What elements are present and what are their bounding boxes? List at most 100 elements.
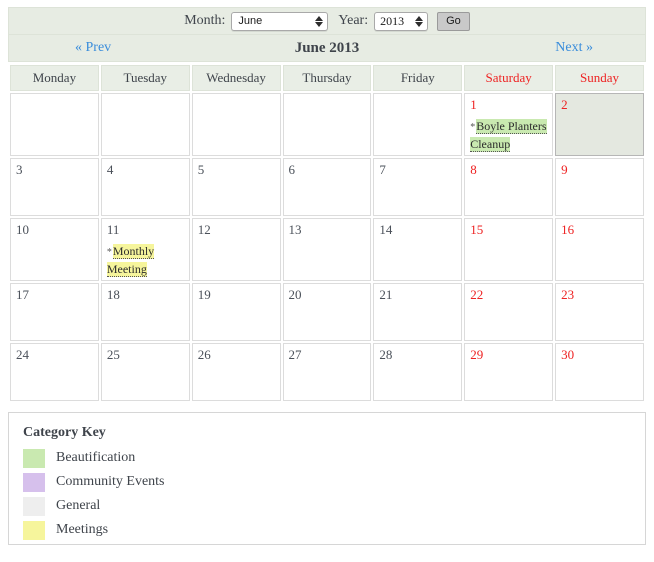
calendar-day-cell-empty	[282, 93, 372, 156]
calendar-page: Month: June Year: 2013 Go « Prev June 20…	[0, 0, 654, 545]
calendar-day-cell-empty	[373, 93, 463, 156]
day-number: 27	[288, 347, 302, 362]
weekday-header-tuesday: Tuesday	[100, 65, 190, 91]
year-label: Year:	[338, 13, 369, 28]
calendar-day-cell[interactable]: 27	[282, 343, 372, 401]
weekday-header-sunday: Sunday	[555, 65, 644, 91]
calendar-day-cell[interactable]: 13	[282, 218, 372, 281]
weekday-header-wednesday: Wednesday	[191, 65, 281, 91]
category-key-item: Beautification	[23, 446, 631, 470]
weekday-header-monday: Monday	[10, 65, 99, 91]
calendar-day-cell[interactable]: 17	[10, 283, 99, 341]
category-key-panel: Category Key Beautification Community Eve…	[8, 412, 646, 545]
calendar-day-cell[interactable]: 10	[10, 218, 99, 281]
calendar-week-row: 1 *Boyle Planters Cleanup 2	[10, 93, 644, 156]
weekday-header-thursday: Thursday	[282, 65, 372, 91]
year-select[interactable]: 2013	[374, 11, 429, 31]
calendar-event: *Monthly Meeting	[106, 243, 184, 278]
day-number: 9	[561, 162, 568, 177]
calendar-day-cell[interactable]: 5	[191, 158, 281, 216]
day-number: 6	[288, 162, 296, 177]
calendar-day-cell[interactable]: 20	[282, 283, 372, 341]
calendar-day-cell[interactable]: 9	[555, 158, 644, 216]
chevron-updown-icon	[314, 14, 323, 29]
category-key-label: Beautification	[56, 450, 136, 465]
calendar-day-cell[interactable]: 2	[555, 93, 644, 156]
calendar-day-cell[interactable]: 26	[191, 343, 281, 401]
day-number: 10	[16, 222, 29, 237]
calendar-day-cell[interactable]: 30	[555, 343, 644, 401]
calendar-day-cell[interactable]: 16	[555, 218, 644, 281]
calendar-day-cell[interactable]: 14	[373, 218, 463, 281]
day-number: 19	[197, 287, 211, 302]
day-number: 14	[379, 222, 393, 237]
month-title: June 2013	[294, 39, 360, 56]
calendar-day-cell[interactable]: 1 *Boyle Planters Cleanup	[464, 93, 554, 156]
weekday-header-friday: Friday	[373, 65, 463, 91]
day-number: 1	[470, 97, 477, 112]
year-select-value: 2013	[380, 13, 405, 28]
calendar-event: *Boyle Planters Cleanup	[470, 118, 547, 153]
calendar-day-cell[interactable]: 12	[191, 218, 281, 281]
day-number: 11	[106, 222, 120, 237]
calendar-day-cell[interactable]: 25	[100, 343, 190, 401]
day-number: 28	[379, 347, 393, 362]
calendar-week-row: 3 4 5 6 7 8 9	[10, 158, 644, 216]
calendar-controls-bar: Month: June Year: 2013 Go	[8, 7, 646, 35]
day-number: 3	[16, 162, 23, 177]
calendar-grid: Monday Tuesday Wednesday Thursday Friday Satu…	[8, 63, 646, 403]
calendar-day-cell[interactable]: 15	[464, 218, 554, 281]
calendar-week-row: 24 25 26 27 28 29 30	[10, 343, 644, 401]
calendar-day-cell-empty	[100, 93, 190, 156]
day-number: 29	[470, 347, 484, 362]
day-number: 21	[379, 287, 393, 302]
weekday-header-saturday: Saturday	[464, 65, 554, 91]
category-key-item: Meetings	[23, 518, 631, 542]
calendar-day-cell[interactable]: 24	[10, 343, 99, 401]
event-link[interactable]: Monthly Meeting	[106, 244, 155, 277]
category-key-label: Community Events	[56, 474, 165, 489]
calendar-day-cell[interactable]: 3	[10, 158, 99, 216]
calendar-day-cell[interactable]: 29	[464, 343, 554, 401]
category-key-label: Meetings	[56, 522, 109, 537]
day-number: 7	[379, 162, 386, 177]
day-number: 17	[16, 287, 29, 302]
category-key-label: General	[56, 498, 101, 513]
calendar-day-cell[interactable]: 28	[373, 343, 463, 401]
day-number: 5	[197, 162, 205, 177]
calendar-day-cell[interactable]: 4	[100, 158, 190, 216]
calendar-day-cell[interactable]: 19	[191, 283, 281, 341]
calendar-week-row: 17 18 19 20 21 22 23	[10, 283, 644, 341]
calendar-day-cell[interactable]: 11 *Monthly Meeting	[100, 218, 190, 281]
day-number: 15	[470, 222, 484, 237]
day-number: 24	[16, 347, 29, 362]
day-number: 18	[106, 287, 120, 302]
calendar-day-cell[interactable]: 23	[555, 283, 644, 341]
calendar-day-cell-empty	[10, 93, 99, 156]
event-bullet-icon: *	[470, 122, 476, 133]
month-select[interactable]: June	[231, 11, 329, 31]
day-number: 2	[561, 97, 568, 112]
category-key-title: Category Key	[23, 425, 106, 440]
day-number: 16	[561, 222, 575, 237]
calendar-day-cell[interactable]: 18	[100, 283, 190, 341]
calendar-week-row: 10 11 *Monthly Meeting 12 13 14 15 16	[10, 218, 644, 281]
month-label: Month:	[184, 13, 226, 28]
day-number: 13	[288, 222, 302, 237]
day-number: 20	[288, 287, 302, 302]
calendar-header-row: Monday Tuesday Wednesday Thursday Friday Satu…	[10, 65, 644, 91]
day-number: 30	[561, 347, 575, 362]
go-button[interactable]: Go	[437, 11, 470, 31]
day-number: 26	[197, 347, 211, 362]
calendar-day-cell[interactable]: 22	[464, 283, 554, 341]
event-bullet-icon: *	[106, 247, 112, 258]
calendar-day-cell[interactable]: 8	[464, 158, 554, 216]
calendar-day-cell[interactable]: 21	[373, 283, 463, 341]
category-color-swatch	[23, 448, 45, 468]
day-number: 22	[470, 287, 484, 302]
event-link[interactable]: Boyle Planters Cleanup	[470, 119, 547, 152]
calendar-day-cell[interactable]: 6	[282, 158, 372, 216]
calendar-day-cell[interactable]: 7	[373, 158, 463, 216]
chevron-updown-icon	[414, 14, 423, 29]
calendar-day-cell-empty	[191, 93, 281, 156]
